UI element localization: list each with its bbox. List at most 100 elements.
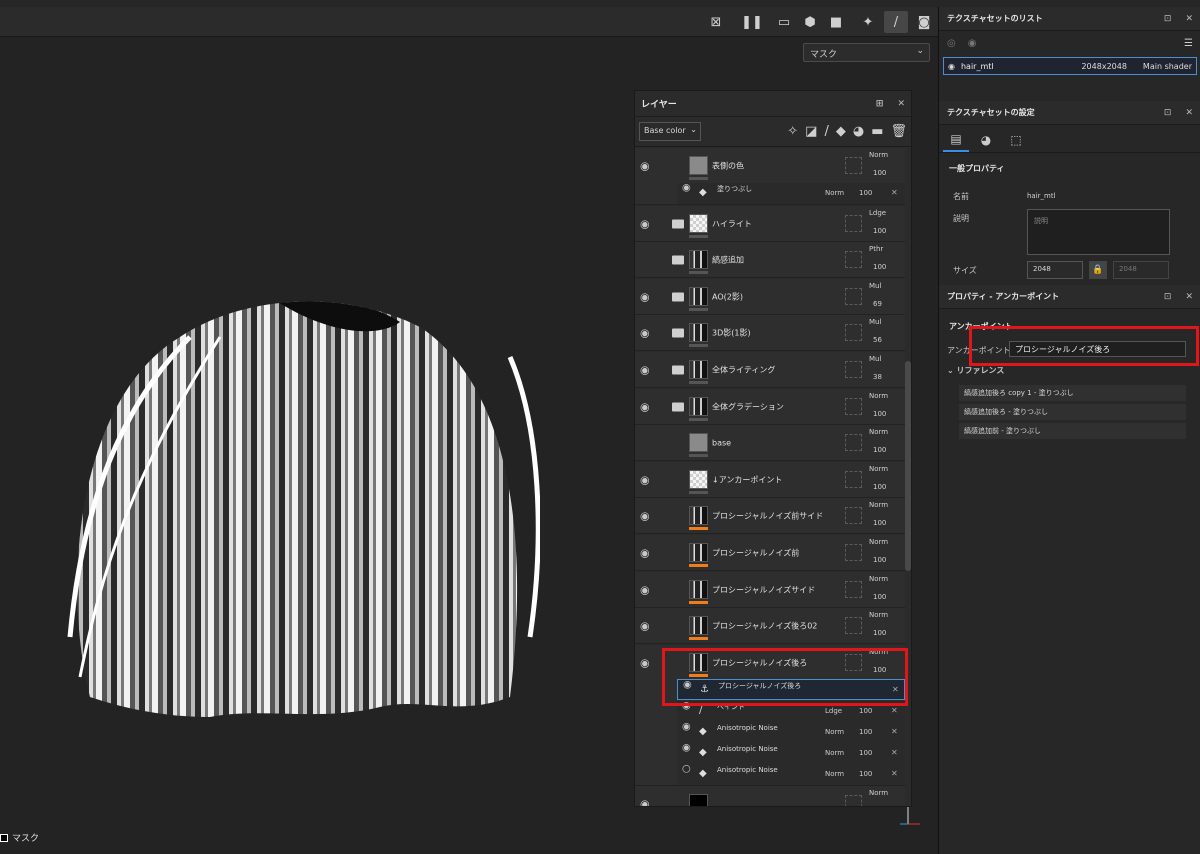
blend-mode[interactable]: Norm: [825, 189, 844, 197]
layer-mask-slot[interactable]: [845, 214, 862, 232]
layer-mask-slot[interactable]: [845, 287, 862, 305]
layer-row[interactable]: ◉ プロシージャルノイズサイド Norm 100: [635, 571, 905, 608]
layer-row[interactable]: ◉ 全体ライティング Mul 38: [635, 352, 905, 388]
layer-row[interactable]: ◉ プロシージャルノイズ後ろ02 Norm 100: [635, 608, 905, 645]
add-smart-material-icon[interactable]: ◕: [853, 124, 864, 139]
blend-mode[interactable]: Ldge: [869, 209, 886, 217]
layer-row[interactable]: base Norm 100: [635, 425, 905, 462]
eye-icon[interactable]: ◉: [640, 620, 650, 633]
cube-icon[interactable]: ⬢: [798, 11, 822, 33]
lock-icon[interactable]: 🔒: [1089, 261, 1107, 279]
opacity-value[interactable]: 100: [873, 263, 886, 271]
layer-mask-slot[interactable]: [845, 544, 862, 561]
add-mask-icon[interactable]: ◪: [805, 124, 817, 139]
eye-icon[interactable]: ◉: [682, 721, 691, 732]
eye-icon[interactable]: ◉: [640, 290, 650, 303]
delete-layer-icon[interactable]: 🗑: [890, 124, 907, 139]
layer-mask-slot[interactable]: [845, 470, 862, 488]
remove-icon[interactable]: ✕: [891, 706, 898, 715]
mask-dropdown[interactable]: マスク ⌄: [803, 43, 930, 62]
effect-sublayer[interactable]: ◉ ◆ Anisotropic Noise Norm 100 ✕: [677, 721, 905, 743]
close-icon[interactable]: ✕: [1185, 108, 1193, 118]
camera-icon[interactable]: ■: [824, 11, 848, 33]
opacity-value[interactable]: 38: [873, 373, 882, 381]
blend-mode[interactable]: Mul: [869, 355, 881, 363]
layer-mask-slot[interactable]: [845, 324, 862, 342]
opacity-value[interactable]: 100: [859, 770, 872, 778]
reference-section[interactable]: ⌄ リファレンス: [947, 365, 1004, 376]
opacity-value[interactable]: 100: [873, 169, 886, 177]
opacity-value[interactable]: 100: [859, 749, 872, 757]
reference-item[interactable]: 縞感追加後ろ - 塗りつぶし: [959, 404, 1186, 420]
eye-icon[interactable]: ◉: [682, 183, 691, 194]
remove-icon[interactable]: ✕: [891, 727, 898, 736]
description-field[interactable]: 説明: [1027, 209, 1170, 255]
blend-mode[interactable]: Norm: [869, 789, 888, 797]
screenshot-icon[interactable]: ◙: [912, 11, 936, 33]
layer-mask-slot[interactable]: [845, 251, 862, 269]
layer-mask-slot[interactable]: [845, 397, 862, 415]
layer-row[interactable]: ◉ 表側の色 Norm 100 ◉ ◆ 塗りつぶし Norm 100 ✕: [635, 148, 905, 205]
blend-mode[interactable]: Norm: [869, 575, 888, 583]
eye-icon[interactable]: ◉: [640, 217, 650, 230]
eye-icon[interactable]: ◉: [640, 327, 650, 340]
opacity-value[interactable]: 100: [873, 483, 886, 491]
opacity-value[interactable]: 100: [873, 446, 886, 454]
add-effect-icon[interactable]: ✧: [787, 124, 798, 139]
blend-mode[interactable]: Norm: [869, 501, 888, 509]
eye-icon[interactable]: ◉: [968, 38, 977, 49]
remove-icon[interactable]: ✕: [891, 188, 898, 197]
eye-icon[interactable]: ◉: [682, 742, 691, 753]
size-dropdown-2[interactable]: 2048: [1113, 261, 1169, 279]
layer-row[interactable]: ◉ ハイライト Ldge 100: [635, 205, 905, 242]
eye-icon[interactable]: ◉: [640, 364, 650, 377]
blend-mode[interactable]: Ldge: [825, 707, 842, 715]
opacity-value[interactable]: 100: [873, 227, 886, 235]
remove-icon[interactable]: ✕: [891, 769, 898, 778]
eye-icon[interactable]: ◉: [640, 510, 650, 523]
dock-icon[interactable]: ⊡: [1164, 292, 1172, 302]
layer-mask-slot[interactable]: [845, 434, 862, 452]
layer-row[interactable]: ◉ 3D影(1影) Mul 56: [635, 315, 905, 352]
channel-dropdown[interactable]: Base color ⌄: [639, 122, 701, 141]
blend-mode[interactable]: Norm: [869, 151, 888, 159]
layer-row[interactable]: ◉ プロシージャルノイズ前サイド Norm 100: [635, 498, 905, 535]
blend-mode[interactable]: Norm: [869, 538, 888, 546]
eye-icon[interactable]: ○: [682, 763, 691, 774]
opacity-value[interactable]: 100: [873, 593, 886, 601]
layer-row[interactable]: ◉Norm100: [635, 786, 905, 806]
blend-mode[interactable]: Pthr: [869, 245, 883, 253]
eye-icon[interactable]: ◉: [948, 62, 955, 71]
opacity-value[interactable]: 100: [873, 556, 886, 564]
reference-item[interactable]: 縞感追加後ろ copy 1 - 塗りつぶし: [959, 385, 1186, 401]
pause-icon[interactable]: ❚❚: [740, 11, 764, 33]
blend-mode[interactable]: Norm: [869, 392, 888, 400]
blend-mode[interactable]: Mul: [869, 282, 881, 290]
eye-icon[interactable]: ◉: [640, 473, 650, 486]
eye-icon[interactable]: ◉: [640, 400, 650, 413]
opacity-value[interactable]: 100: [859, 707, 872, 715]
blend-mode[interactable]: Norm: [825, 770, 844, 778]
tab-uv-icon[interactable]: ⬚: [1003, 128, 1029, 152]
layer-row[interactable]: 縞感追加 Pthr 100: [635, 242, 905, 279]
layer-mask-slot[interactable]: [845, 157, 862, 174]
close-icon[interactable]: ✕: [1185, 14, 1193, 24]
layer-mask-slot[interactable]: [845, 507, 862, 525]
eye-icon[interactable]: ◉: [640, 583, 650, 596]
layers-scrollbar[interactable]: [905, 361, 911, 571]
tab-baking-icon[interactable]: ◕: [973, 128, 999, 152]
dock-icon[interactable]: ⊞: [876, 99, 884, 109]
frame-icon[interactable]: ▭: [772, 11, 796, 33]
opacity-value[interactable]: 56: [873, 336, 882, 344]
light-icon[interactable]: ✦: [856, 11, 880, 33]
close-icon[interactable]: ✕: [897, 99, 905, 109]
layer-mask-slot[interactable]: [845, 361, 862, 378]
hide-icon[interactable]: ◎: [947, 38, 956, 49]
eye-icon[interactable]: ◉: [640, 547, 650, 560]
list-menu-icon[interactable]: ☰: [1184, 38, 1193, 49]
blend-mode[interactable]: Norm: [869, 611, 888, 619]
size-dropdown[interactable]: 2048: [1027, 261, 1083, 279]
dock-icon[interactable]: ⊡: [1164, 14, 1172, 24]
eye-icon[interactable]: ◉: [640, 160, 650, 173]
eye-icon[interactable]: ◉: [640, 656, 650, 669]
